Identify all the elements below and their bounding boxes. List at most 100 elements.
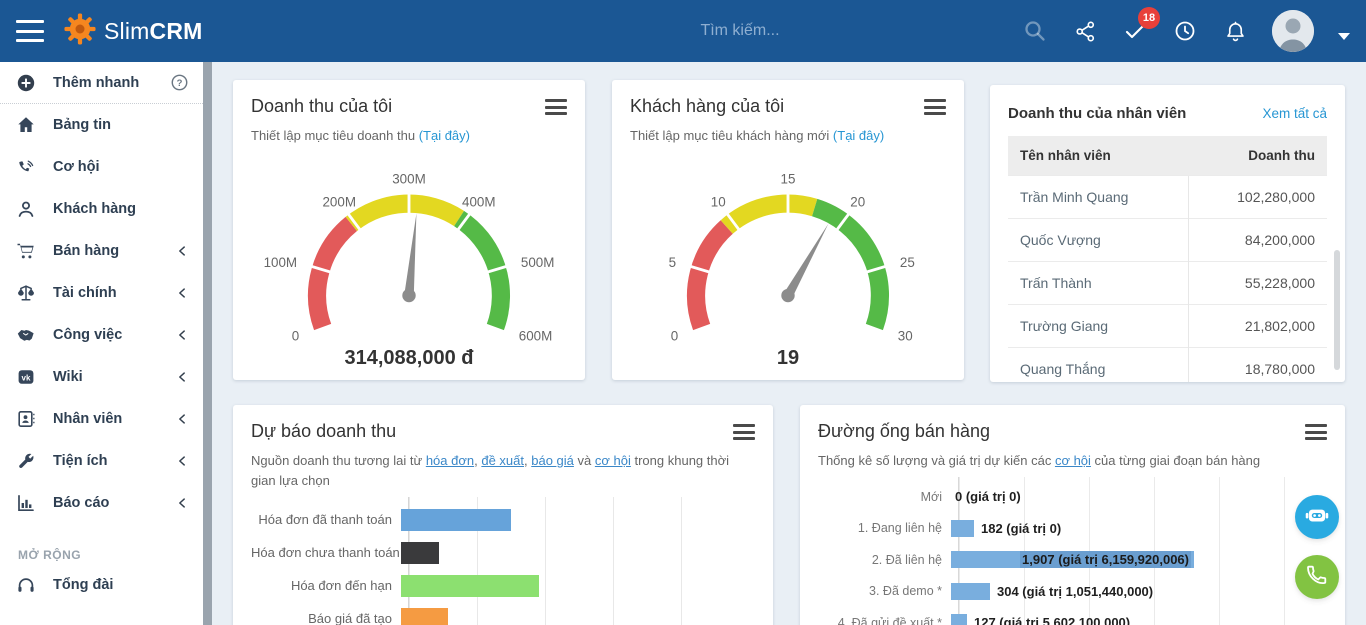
pipeline-bar bbox=[951, 614, 967, 625]
card-menu-icon[interactable] bbox=[545, 99, 567, 115]
column-header-revenue: Doanh thu bbox=[1188, 136, 1327, 176]
sidebar-item-7[interactable]: Nhân viên bbox=[0, 398, 203, 440]
sidebar-item-label: Bán hàng bbox=[53, 243, 119, 259]
sidebar-item-6[interactable]: vkWiki bbox=[0, 356, 203, 398]
customers-gauge-chart: 051015202530 bbox=[630, 150, 946, 345]
sidebar: Thêm nhanh ? Bảng tin Cơ hội Khách hàng Bán… bbox=[0, 62, 203, 625]
gauge-value: 314,088,000 đ bbox=[251, 347, 567, 370]
forecast-bar-chart: Hóa đơn đã thanh toán Hóa đơn chưa thanh … bbox=[251, 503, 755, 625]
pipeline-value: 304 (giá trị 1,051,440,000) bbox=[997, 584, 1153, 599]
sidebar-item-label: Cơ hội bbox=[53, 159, 100, 175]
pipeline-bar: 1,907 (giá trị 6,159,920,006) bbox=[951, 551, 1194, 568]
view-all-link[interactable]: Xem tất cả bbox=[1262, 106, 1327, 121]
bell-icon[interactable] bbox=[1222, 18, 1248, 44]
chevron-left-icon bbox=[175, 496, 189, 510]
svg-text:300M: 300M bbox=[392, 172, 426, 187]
sidebar-item-8[interactable]: Tiện ích bbox=[0, 440, 203, 482]
sidebar-item-9[interactable]: Báo cáo bbox=[0, 482, 203, 524]
subtitle-text: và bbox=[574, 453, 595, 468]
pipeline-value: 0 (giá trị 0) bbox=[955, 489, 1021, 504]
chevron-left-icon bbox=[175, 454, 189, 468]
phone-fab-button[interactable] bbox=[1295, 555, 1339, 599]
sidebar-item-5[interactable]: Công việc bbox=[0, 314, 203, 356]
svg-text:0: 0 bbox=[292, 328, 299, 343]
card-employee-revenue: Doanh thu của nhân viên Xem tất cả Tên n… bbox=[990, 85, 1345, 382]
sidebar-extension: Tổng đài bbox=[0, 564, 203, 606]
column-header-name: Tên nhân viên bbox=[1008, 136, 1188, 176]
search-icon[interactable] bbox=[1022, 18, 1048, 44]
card-subtitle: Nguồn doanh thu tương lai từ hóa đơn, đề… bbox=[251, 451, 755, 491]
table-row: Trấn Thành55,228,000 bbox=[1008, 262, 1327, 305]
pipeline-row: Mới0 (giá trị 0) bbox=[818, 481, 1327, 513]
svg-text:0: 0 bbox=[671, 328, 678, 343]
sidebar-item-4[interactable]: Tài chính bbox=[0, 272, 203, 314]
wiki-icon: vk bbox=[16, 367, 40, 387]
card-revenue-forecast: Dự báo doanh thu Nguồn doanh thu tương l… bbox=[233, 405, 773, 625]
pipeline-stage-label: 2. Đã liên hệ bbox=[818, 553, 950, 567]
forecast-category-label: Hóa đơn chưa thanh toán bbox=[251, 545, 400, 560]
gauge-value: 19 bbox=[630, 347, 946, 370]
employee-revenue: 84,200,000 bbox=[1188, 219, 1327, 262]
search-input[interactable] bbox=[500, 14, 980, 48]
svg-text:25: 25 bbox=[900, 255, 915, 270]
card-sales-pipeline: Đường ống bán hàng Thống kê số lượng và … bbox=[800, 405, 1345, 625]
chevron-left-icon bbox=[175, 244, 189, 258]
chevron-left-icon bbox=[175, 412, 189, 426]
inline-link[interactable]: đề xuất bbox=[481, 453, 524, 468]
share-icon[interactable] bbox=[1072, 18, 1098, 44]
brand-logo[interactable]: SlimCRM bbox=[62, 11, 203, 52]
table-scrollbar[interactable] bbox=[1334, 250, 1340, 370]
sidebar-item-1[interactable]: Cơ hội bbox=[0, 146, 203, 188]
sidebar-item-label: Bảng tin bbox=[53, 117, 111, 133]
top-navbar: SlimCRM 18 bbox=[0, 0, 1366, 62]
sidebar-item-0[interactable]: Bảng tin bbox=[0, 104, 203, 146]
forecast-category-label: Hóa đơn đã thanh toán bbox=[251, 512, 400, 527]
card-menu-icon[interactable] bbox=[1305, 424, 1327, 440]
forecast-row: Hóa đơn đến hạn bbox=[251, 569, 755, 602]
svg-text:20: 20 bbox=[850, 195, 865, 210]
inline-link[interactable]: báo giá bbox=[531, 453, 574, 468]
subtitle-text: Thiết lập mục tiêu doanh thu bbox=[251, 128, 415, 143]
pipeline-row: 2. Đã liên hệ1,907 (giá trị 6,159,920,00… bbox=[818, 544, 1327, 576]
inline-link[interactable]: cơ hội bbox=[1055, 453, 1091, 468]
svg-text:100M: 100M bbox=[264, 255, 298, 270]
help-icon[interactable]: ? bbox=[170, 73, 189, 92]
sidebar-item-label: Tài chính bbox=[53, 285, 117, 301]
subtitle-link[interactable]: (Tại đây) bbox=[833, 128, 884, 143]
chevron-down-icon[interactable] bbox=[1338, 33, 1350, 40]
svg-text:600M: 600M bbox=[519, 328, 553, 343]
user-avatar[interactable] bbox=[1272, 10, 1314, 52]
sidebar-item-3[interactable]: Bán hàng bbox=[0, 230, 203, 272]
sidebar-scrollbar[interactable] bbox=[203, 62, 212, 625]
quick-add-button[interactable]: Thêm nhanh ? bbox=[0, 62, 203, 104]
balance-scale-icon bbox=[16, 283, 40, 303]
table-row: Trường Giang21,802,000 bbox=[1008, 305, 1327, 348]
card-menu-icon[interactable] bbox=[733, 424, 755, 440]
sidebar-item-extension[interactable]: Tổng đài bbox=[0, 564, 203, 606]
inline-link[interactable]: cơ hội bbox=[595, 453, 631, 468]
subtitle-link[interactable]: (Tại đây) bbox=[419, 128, 470, 143]
card-title: Doanh thu của tôi bbox=[251, 96, 392, 117]
forecast-row: Hóa đơn đã thanh toán bbox=[251, 503, 755, 536]
hamburger-menu-icon[interactable] bbox=[16, 20, 44, 42]
forecast-bar bbox=[401, 542, 439, 564]
history-clock-icon[interactable] bbox=[1172, 18, 1198, 44]
pipeline-value: 127 (giá trị 5,602,100,000) bbox=[974, 615, 1130, 625]
pipeline-stage-label: 3. Đã demo * bbox=[818, 584, 950, 598]
tasks-check-icon[interactable]: 18 bbox=[1122, 18, 1148, 44]
employee-revenue: 55,228,000 bbox=[1188, 262, 1327, 305]
chevron-left-icon bbox=[175, 286, 189, 300]
inline-link[interactable]: hóa đơn bbox=[426, 453, 474, 468]
card-menu-icon[interactable] bbox=[924, 99, 946, 115]
employee-revenue-table: Tên nhân viên Doanh thu Trần Minh Quang1… bbox=[1008, 136, 1327, 382]
chatbot-fab-button[interactable] bbox=[1295, 495, 1339, 539]
employee-name: Quang Thắng bbox=[1008, 348, 1188, 383]
cart-icon bbox=[16, 241, 40, 261]
sidebar-item-2[interactable]: Khách hàng bbox=[0, 188, 203, 230]
handshake-icon bbox=[16, 325, 40, 345]
pipeline-stage-label: 4. Đã gửi đề xuất * bbox=[818, 616, 950, 625]
pipeline-value: 182 (giá trị 0) bbox=[981, 521, 1061, 536]
robot-icon bbox=[1304, 502, 1330, 533]
table-row: Quang Thắng18,780,000 bbox=[1008, 348, 1327, 383]
pipeline-stage-label: 1. Đang liên hệ bbox=[818, 521, 950, 535]
